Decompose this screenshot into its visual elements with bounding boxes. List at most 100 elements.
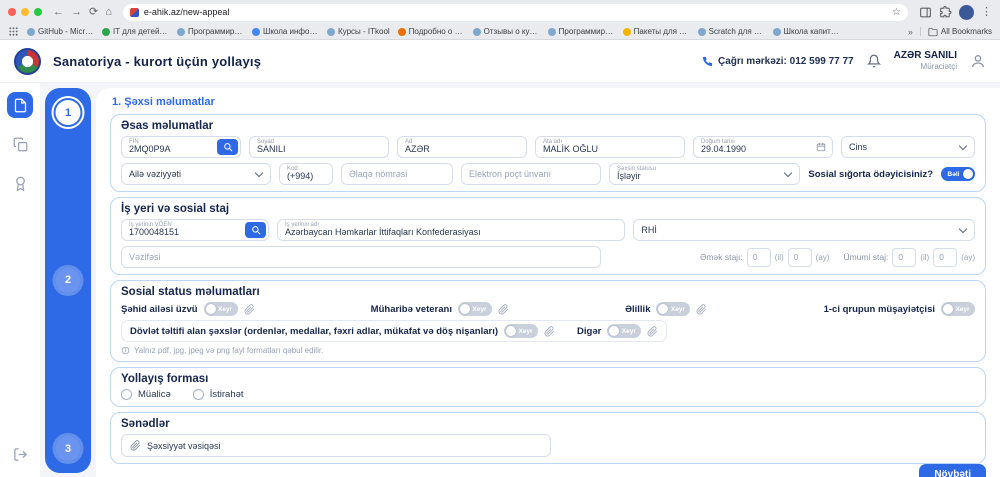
logout-button[interactable]	[7, 441, 33, 467]
paperclip-icon[interactable]	[696, 304, 707, 315]
phone-placeholder: Əlaqə nömrəsi	[349, 169, 445, 179]
browser-menu-icon[interactable]: ⋮	[981, 7, 992, 18]
employment-status-select[interactable]: Şəxsin statusu İşləyir	[609, 163, 800, 185]
bookmark-item[interactable]: Школа капитана Г...	[773, 27, 840, 36]
radio-circle	[193, 389, 204, 400]
rhi-select[interactable]: RHİ	[633, 219, 975, 241]
bookmark-favicon	[548, 28, 556, 36]
surname-field[interactable]: Soyad SANILI	[249, 136, 389, 158]
bookmark-item[interactable]: Школа информац...	[252, 27, 319, 36]
browser-profile-avatar[interactable]	[959, 5, 974, 20]
bookmark-item[interactable]: Программирован...	[548, 27, 615, 36]
bell-icon[interactable]	[867, 54, 881, 68]
maximize-window-button[interactable]	[34, 8, 42, 16]
address-bar[interactable]: e-ahik.az/new-appeal ☆	[123, 4, 908, 21]
marital-status-select[interactable]: Ailə vəziyyəti	[121, 163, 271, 185]
apps-grid-icon[interactable]	[8, 26, 19, 37]
search-icon	[223, 142, 233, 152]
gender-select[interactable]: Cins	[841, 136, 975, 158]
minimize-window-button[interactable]	[21, 8, 29, 16]
group1-companion-toggle[interactable]: Xeyr	[941, 302, 975, 316]
disability-toggle[interactable]: Xeyr	[656, 302, 690, 316]
other-toggle[interactable]: Xeyr	[607, 324, 641, 338]
step-1[interactable]: 1	[56, 100, 81, 125]
close-window-button[interactable]	[8, 8, 16, 16]
extensions-icon[interactable]	[939, 6, 952, 19]
radio-circle	[121, 389, 132, 400]
workplace-field[interactable]: İş yerinin adı Azərbaycan Həmkarlar İtti…	[277, 219, 625, 241]
paperclip-icon[interactable]	[544, 326, 555, 337]
forward-icon[interactable]: →	[71, 7, 82, 18]
bookmarks-overflow-chevron[interactable]: »	[908, 27, 913, 37]
social-status-card: Sosial status məlumatları Şəhid ailəsi ü…	[110, 280, 986, 362]
total-experience-months-input[interactable]: 0	[933, 248, 957, 267]
email-input[interactable]: Elektron poçt ünvanı	[461, 163, 601, 185]
paperclip-icon[interactable]	[498, 304, 509, 315]
paperclip-icon[interactable]	[244, 304, 255, 315]
sidebar-item-copies[interactable]	[7, 131, 33, 157]
bookmark-item[interactable]: Курсы - ITkool	[327, 27, 390, 36]
home-icon[interactable]: ⌂	[105, 7, 112, 18]
back-icon[interactable]: ←	[53, 7, 64, 18]
bookmark-item[interactable]: Подробно о прог...	[398, 27, 465, 36]
bookmark-favicon	[773, 28, 781, 36]
reload-icon[interactable]: ⟳	[89, 7, 98, 18]
bookmark-item[interactable]: Отзывы о курсе	[473, 27, 540, 36]
birth-date-field[interactable]: Doğum tarixi 29.04.1990	[693, 136, 833, 158]
bookmark-item[interactable]: IT для детей: обз...	[102, 27, 169, 36]
martyr-family-toggle[interactable]: Xeyr	[204, 302, 238, 316]
work-experience-months-input[interactable]: 0	[788, 248, 812, 267]
total-experience-label: Ümumi staj:	[843, 252, 888, 262]
state-award-toggle[interactable]: Xeyr	[504, 324, 538, 338]
radio-rest[interactable]: İstirahət	[193, 389, 244, 400]
all-bookmarks-label: All Bookmarks	[941, 27, 992, 36]
work-experience-years-input[interactable]: 0	[747, 248, 771, 267]
documents-title: Sənədlər	[121, 418, 975, 430]
calendar-icon[interactable]	[816, 142, 826, 152]
site-favicon	[130, 8, 139, 17]
bookmark-item[interactable]: Пакеты для Учите...	[623, 27, 690, 36]
person-icon[interactable]	[970, 53, 986, 69]
bookmark-item[interactable]: GitHub - Microsoft...	[27, 27, 94, 36]
call-center-info: Çağrı mərkəzi: 012 599 77 77	[702, 56, 854, 67]
all-bookmarks-button[interactable]: All Bookmarks	[928, 27, 992, 37]
stepper-rail: 1 2 3	[45, 88, 91, 473]
employment-status-value: İşləyir	[617, 171, 792, 181]
bookmark-star-icon[interactable]: ☆	[892, 7, 901, 18]
paperclip-icon[interactable]	[647, 326, 658, 337]
step-2[interactable]: 2	[56, 268, 81, 293]
bookmark-item[interactable]: Scratch для юных...	[698, 27, 765, 36]
window-controls[interactable]	[8, 8, 42, 16]
identity-document-upload[interactable]: Şəxsiyyət vəsiqəsi	[121, 434, 551, 457]
sidebar-item-appeals[interactable]	[7, 92, 33, 118]
sidebar-item-services[interactable]	[7, 170, 33, 196]
ahik-logo[interactable]	[14, 48, 41, 75]
social-insurance-toggle[interactable]: Bəli	[941, 167, 975, 181]
voen-search-button[interactable]	[245, 222, 266, 238]
voen-field[interactable]: İş yerinin VÖEN 1700048151	[121, 219, 269, 241]
fin-search-button[interactable]	[217, 139, 238, 155]
user-info[interactable]: AZƏR SANILI Müraciətçi	[894, 50, 957, 72]
bookmark-item[interactable]: Программирован...	[177, 27, 244, 36]
name-field[interactable]: Ad AZƏR	[397, 136, 527, 158]
step-3[interactable]: 3	[56, 436, 81, 461]
fin-field[interactable]: FİN 2MQ0P9A	[121, 136, 241, 158]
referral-form-card: Yollayış forması Müalicə İstirahət	[110, 367, 986, 407]
phone-code-field[interactable]: Kod (+994)	[279, 163, 333, 185]
phone-icon	[702, 56, 713, 67]
phone-input[interactable]: Əlaqə nömrəsi	[341, 163, 453, 185]
next-button[interactable]: Növbəti	[919, 464, 986, 477]
bookmark-label: Школа капитана Г...	[784, 27, 840, 36]
radio-treatment[interactable]: Müalicə	[121, 389, 171, 400]
father-name-field[interactable]: Ata adı MALİK OĞLU	[535, 136, 685, 158]
name-value: AZƏR	[405, 144, 519, 154]
total-experience-years-input[interactable]: 0	[892, 248, 916, 267]
item-label: Şəhid ailəsi üzvü	[121, 304, 198, 315]
bookmark-label: IT для детей: обз...	[113, 27, 169, 36]
bookmark-label: Подробно о прог...	[409, 27, 465, 36]
position-input[interactable]: Vəzifəsi	[121, 246, 601, 268]
side-panel-icon[interactable]	[919, 6, 932, 19]
browser-chrome: ← → ⟳ ⌂ e-ahik.az/new-appeal ☆ ⋮ GitHub …	[0, 0, 1000, 40]
voen-value: 1700048151	[129, 227, 261, 237]
war-veteran-toggle[interactable]: Xeyr	[458, 302, 492, 316]
